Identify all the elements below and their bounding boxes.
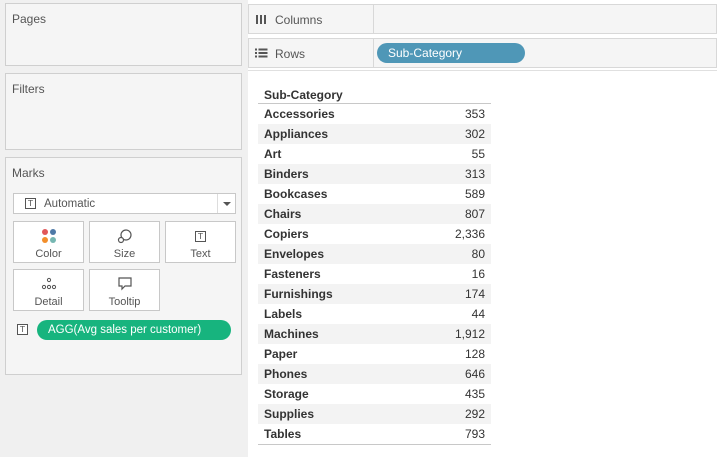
table-row[interactable]: Binders 313: [258, 164, 491, 184]
detail-dots-icon: [14, 276, 83, 292]
row-category: Bookcases: [264, 187, 328, 201]
shelf-divider: [373, 39, 374, 67]
row-value: 302: [464, 127, 485, 141]
text-button-icon-wrap: T: [166, 228, 235, 244]
row-category: Furnishings: [264, 287, 333, 301]
row-value: 174: [464, 287, 485, 301]
table-row[interactable]: Paper 128: [258, 344, 491, 364]
row-category: Tables: [264, 427, 302, 441]
mark-type-dropdown[interactable]: T Automatic: [13, 193, 236, 214]
table-row[interactable]: Machines 1,912: [258, 324, 491, 344]
size-button-label: Size: [113, 248, 136, 260]
row-category: Supplies: [264, 407, 315, 421]
chevron-down-icon[interactable]: [217, 194, 235, 213]
shelf-divider: [373, 5, 374, 33]
row-value: 292: [464, 407, 485, 421]
row-category: Fasteners: [264, 267, 321, 281]
row-value: 646: [464, 367, 485, 381]
size-icon: [90, 228, 159, 244]
table-row[interactable]: Supplies 292: [258, 404, 491, 424]
detail-button[interactable]: Detail: [13, 269, 84, 311]
text-button[interactable]: T Text: [165, 221, 236, 263]
detail-button-label: Detail: [34, 296, 63, 308]
table-row[interactable]: Tables 793: [258, 424, 491, 444]
row-value: 55: [471, 147, 485, 161]
pages-title: Pages: [12, 12, 47, 26]
table-row[interactable]: Storage 435: [258, 384, 491, 404]
pages-card[interactable]: Pages: [5, 3, 242, 66]
row-value: 16: [471, 267, 485, 281]
row-value: 44: [471, 307, 485, 321]
rows-icon: [255, 47, 268, 62]
table-row[interactable]: Chairs 807: [258, 204, 491, 224]
columns-icon: [255, 13, 267, 28]
row-value: 313: [464, 167, 485, 181]
view-area: Columns Rows Sub-Category Sub-Category A…: [248, 0, 717, 457]
row-value: 435: [464, 387, 485, 401]
agg-field-pill[interactable]: AGG(Avg sales per customer): [37, 320, 231, 340]
row-value: 128: [464, 347, 485, 361]
color-button[interactable]: Color: [13, 221, 84, 263]
table-row[interactable]: Copiers 2,336: [258, 224, 491, 244]
table-row[interactable]: Art 55: [258, 144, 491, 164]
row-category: Appliances: [264, 127, 329, 141]
tooltip-button[interactable]: Tooltip: [89, 269, 160, 311]
text-icon: T: [195, 230, 206, 242]
row-category: Envelopes: [264, 247, 325, 261]
row-category: Accessories: [264, 107, 335, 121]
row-category: Art: [264, 147, 282, 161]
text-mark-icon: T: [25, 198, 36, 209]
row-value: 793: [464, 427, 485, 441]
color-button-label: Color: [35, 248, 62, 260]
row-category: Phones: [264, 367, 308, 381]
color-dots-icon: [14, 228, 83, 244]
row-category: Chairs: [264, 207, 302, 221]
table-row[interactable]: Bookcases 589: [258, 184, 491, 204]
table-row[interactable]: Furnishings 174: [258, 284, 491, 304]
size-button[interactable]: Size: [89, 221, 160, 263]
table-row[interactable]: Appliances 302: [258, 124, 491, 144]
text-table: Sub-Category Accessories 353 Appliances 302…: [258, 87, 491, 445]
marks-card: Marks T Automatic Color Size T Text Deta…: [5, 157, 242, 375]
row-value: 80: [471, 247, 485, 261]
rows-shelf[interactable]: Rows Sub-Category: [248, 38, 717, 68]
row-value: 2,336: [454, 227, 485, 241]
left-panel: Pages Filters Marks T Automatic Color Si…: [0, 0, 247, 457]
tooltip-button-label: Tooltip: [108, 296, 141, 308]
table-row[interactable]: Phones 646: [258, 364, 491, 384]
rows-label: Rows: [275, 47, 306, 61]
row-category: Binders: [264, 167, 309, 181]
columns-label: Columns: [275, 13, 323, 27]
table-row[interactable]: Labels 44: [258, 304, 491, 324]
row-value: 807: [464, 207, 485, 221]
row-category: Storage: [264, 387, 309, 401]
table-row[interactable]: Fasteners 16: [258, 264, 491, 284]
text-mark-icon[interactable]: T: [17, 324, 28, 335]
text-table-view: Sub-Category Accessories 353 Appliances 302…: [248, 70, 717, 457]
row-category: Copiers: [264, 227, 309, 241]
filters-card[interactable]: Filters: [5, 73, 242, 150]
filters-title: Filters: [12, 82, 45, 96]
row-value: 589: [464, 187, 485, 201]
row-category: Labels: [264, 307, 303, 321]
table-header[interactable]: Sub-Category: [258, 87, 491, 104]
row-value: 353: [464, 107, 485, 121]
sub-category-pill[interactable]: Sub-Category: [377, 43, 525, 63]
marks-title: Marks: [12, 166, 45, 180]
mark-type-value: Automatic: [44, 198, 96, 210]
row-value: 1,912: [454, 327, 485, 341]
columns-shelf[interactable]: Columns: [248, 4, 717, 34]
table-row[interactable]: Accessories 353: [258, 104, 491, 124]
tooltip-bubble-icon: [90, 276, 159, 292]
table-row[interactable]: Envelopes 80: [258, 244, 491, 264]
table-body: Accessories 353 Appliances 302 Art 55 Binders 3…: [258, 104, 491, 445]
row-category: Machines: [264, 327, 319, 341]
row-category: Paper: [264, 347, 298, 361]
text-button-label: Text: [190, 248, 211, 260]
